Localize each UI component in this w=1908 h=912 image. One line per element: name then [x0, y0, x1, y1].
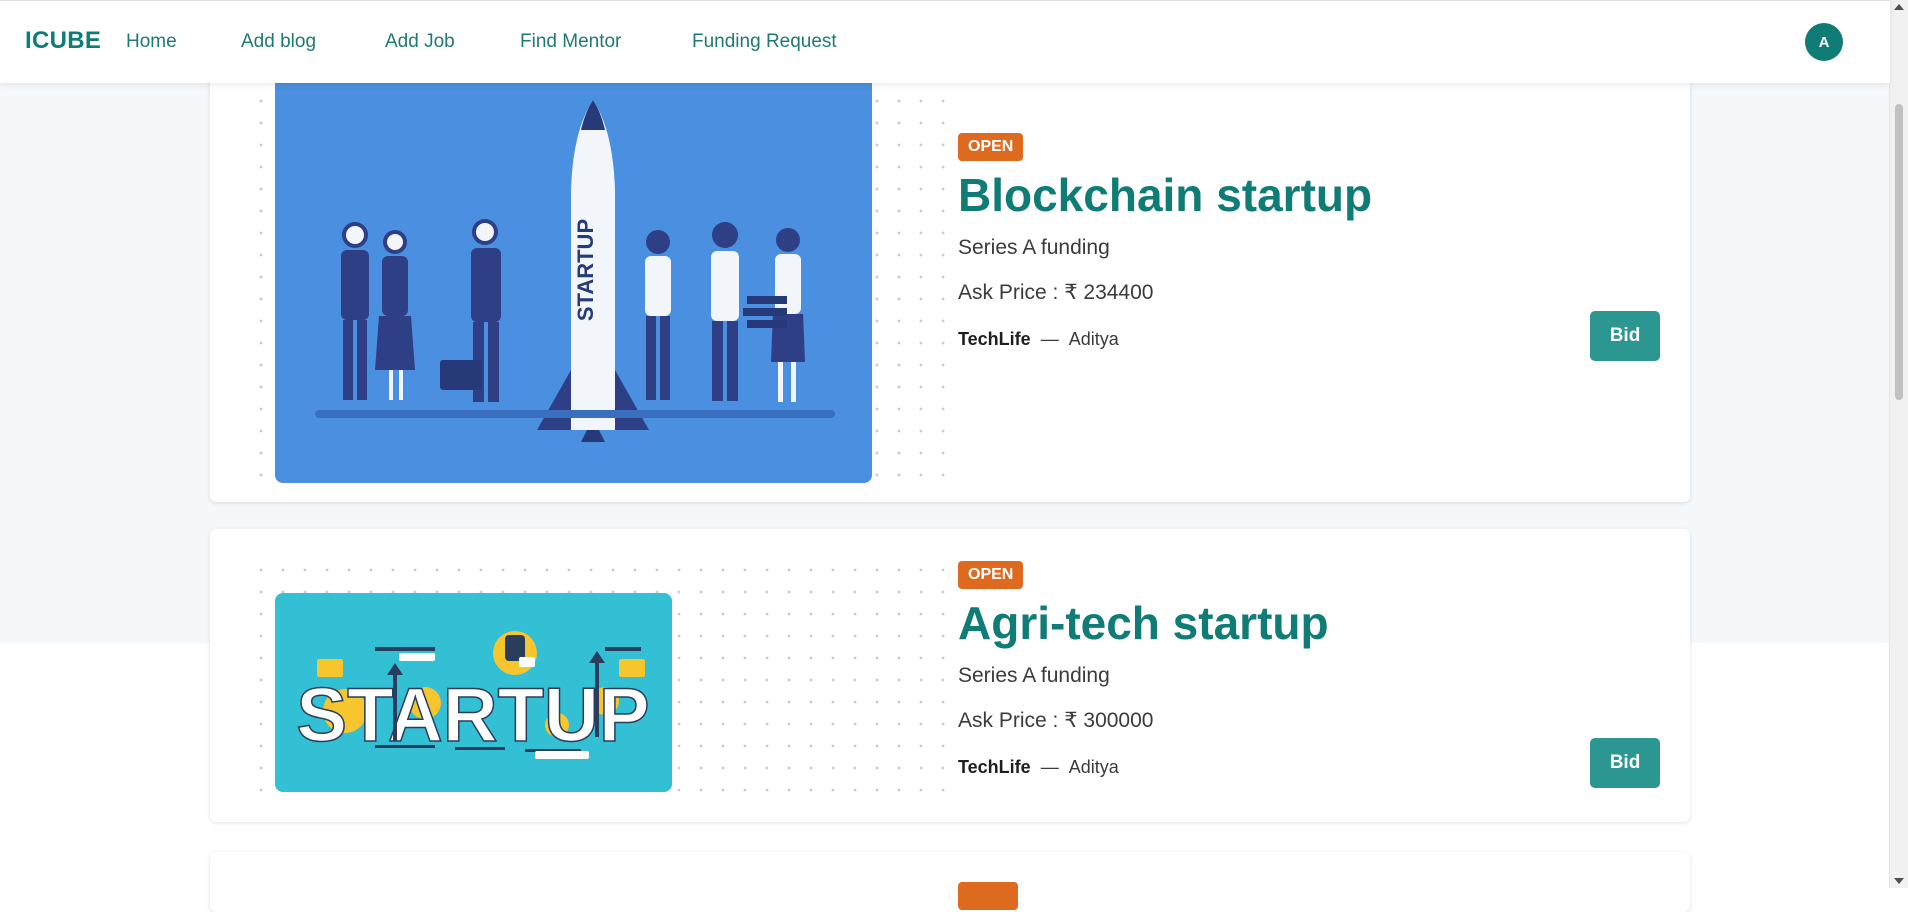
top-navbar: ICUBE Home Add blog Add Job Find Mentor …: [0, 0, 1890, 83]
startup-word-illustration: STARTUP: [275, 593, 672, 792]
card-subtitle: Series A funding: [958, 236, 1110, 259]
scroll-thumb[interactable]: [1895, 104, 1903, 400]
card-subtitle: Series A funding: [958, 664, 1110, 687]
status-badge: OPEN: [958, 133, 1024, 161]
meta-separator: —: [1040, 329, 1059, 349]
image-text: STARTUP: [573, 219, 598, 321]
ask-price: Ask Price : ₹ 300000: [958, 709, 1154, 732]
nav-add-blog[interactable]: Add blog: [241, 31, 316, 53]
funding-card-partial: [210, 852, 1690, 912]
rocket-team-illustration: STARTUP: [275, 70, 872, 483]
company-name: TechLife: [958, 329, 1031, 349]
author-name: Aditya: [1068, 757, 1119, 777]
ask-price: Ask Price : ₹ 234400: [958, 281, 1154, 304]
card-meta: TechLife — Aditya: [958, 329, 1119, 350]
nav-find-mentor[interactable]: Find Mentor: [520, 31, 621, 53]
status-badge-partial: [958, 882, 1018, 910]
bid-button[interactable]: Bid: [1590, 738, 1660, 788]
card-meta: TechLife — Aditya: [958, 757, 1119, 778]
nav-home[interactable]: Home: [126, 31, 177, 53]
funding-card-blockchain: STARTUP OPEN Blockchain startup Series A…: [210, 60, 1690, 502]
status-badge: OPEN: [958, 561, 1024, 589]
nav-add-job[interactable]: Add Job: [385, 31, 455, 53]
scroll-down-arrow-icon[interactable]: [1894, 878, 1904, 884]
scroll-up-arrow-icon[interactable]: [1894, 4, 1904, 10]
funding-card-agritech: STARTUP OPEN Agri-tech startup Series A …: [210, 529, 1690, 822]
vertical-scrollbar[interactable]: [1889, 0, 1908, 888]
card-image: STARTUP: [275, 593, 672, 792]
card-image: STARTUP: [275, 70, 872, 483]
nav-funding-request[interactable]: Funding Request: [692, 31, 837, 53]
card-title: Agri-tech startup: [958, 597, 1329, 649]
meta-separator: —: [1040, 757, 1059, 777]
bid-button[interactable]: Bid: [1590, 311, 1660, 361]
brand-logo[interactable]: ICUBE: [25, 27, 101, 55]
author-name: Aditya: [1068, 329, 1119, 349]
avatar[interactable]: A: [1805, 23, 1843, 61]
card-title: Blockchain startup: [958, 169, 1373, 221]
company-name: TechLife: [958, 757, 1031, 777]
